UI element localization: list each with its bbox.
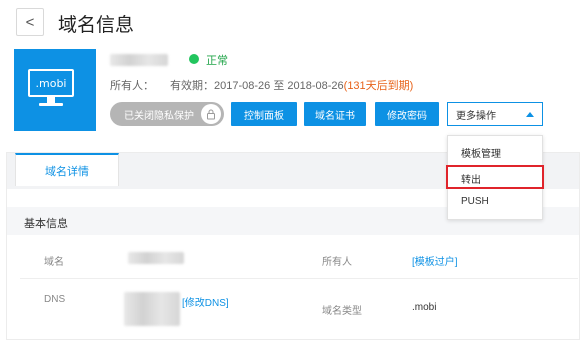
caret-up-icon: [526, 112, 534, 117]
expiry-warning: (131天后到期): [343, 80, 414, 92]
domain-certificate-button[interactable]: 域名证书: [304, 102, 366, 126]
domain-name-redacted: [110, 54, 168, 66]
lock-icon: [201, 104, 221, 124]
change-password-button[interactable]: 修改密码: [375, 102, 439, 126]
owner-label: 所有人：: [110, 80, 154, 92]
monitor-base: [39, 103, 63, 106]
status-badge: 正常: [206, 55, 228, 67]
owner-transfer-link[interactable]: [模板过户]: [412, 253, 458, 268]
domain-type-value: .mobi: [412, 302, 437, 313]
domain-label: 域名: [44, 257, 64, 268]
menu-item-template-management[interactable]: 模板管理: [461, 145, 501, 160]
validity-range: 有效期：2017-08-26 至 2018-08-26: [170, 80, 344, 92]
modify-dns-link[interactable]: [修改DNS]: [182, 294, 229, 309]
menu-item-push[interactable]: PUSH: [461, 196, 489, 207]
row-divider: [20, 278, 578, 279]
more-actions-dropdown[interactable]: 更多操作: [447, 102, 543, 126]
dns-label: DNS: [44, 294, 66, 305]
domain-tile-label: .mobi: [35, 76, 67, 90]
domain-value-redacted: [128, 252, 184, 264]
domain-tile: .mobi: [14, 49, 96, 131]
tab-domain-details[interactable]: 域名详情: [15, 153, 119, 186]
monitor-icon: .mobi: [28, 69, 74, 97]
more-actions-label: 更多操作: [456, 110, 496, 122]
chevron-left-icon: <: [25, 13, 35, 31]
page-title: 域名信息: [58, 15, 135, 36]
privacy-toggle-label: 已关闭隐私保护: [124, 110, 194, 122]
status-dot-icon: [189, 54, 199, 64]
control-panel-button[interactable]: 控制面板: [231, 102, 297, 126]
section-title: 基本信息: [24, 218, 68, 230]
back-button[interactable]: <: [16, 8, 44, 36]
dns-value-redacted: [124, 292, 180, 326]
validity-text: 有效期：2017-08-26 至 2018-08-26(131天后到期): [170, 77, 413, 93]
tab-domain-details-label: 域名详情: [45, 165, 89, 178]
domain-type-label: 域名类型: [322, 306, 362, 317]
owner-field-label: 所有人: [322, 257, 352, 268]
privacy-toggle[interactable]: 已关闭隐私保护: [110, 102, 224, 126]
highlight-box: [446, 165, 544, 189]
